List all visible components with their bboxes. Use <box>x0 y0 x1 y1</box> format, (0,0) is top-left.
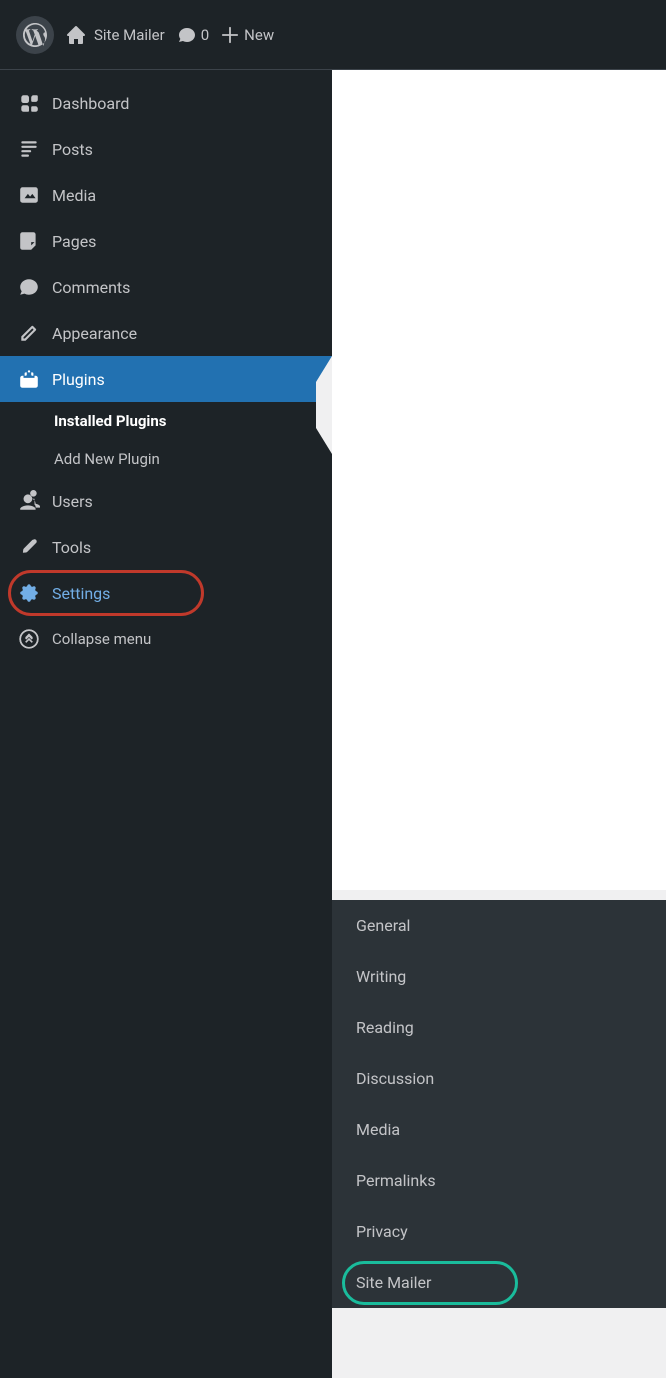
new-button[interactable]: New <box>221 26 274 44</box>
tools-icon <box>18 536 40 558</box>
settings-submenu-panel: General Writing Reading Discussion Media… <box>332 900 666 1308</box>
plugins-label: Plugins <box>52 370 105 389</box>
site-home-link[interactable]: Site Mailer <box>66 25 165 45</box>
site-mailer-label: Site Mailer <box>356 1273 431 1292</box>
comments-label: Comments <box>52 278 130 297</box>
pages-icon <box>18 230 40 252</box>
sidebar-item-tools[interactable]: Tools <box>0 524 332 570</box>
site-name-text: Site Mailer <box>94 26 165 44</box>
settings-sub-writing[interactable]: Writing <box>332 951 666 1002</box>
wordpress-logo[interactable] <box>16 16 54 54</box>
plus-icon <box>221 26 239 44</box>
sidebar-item-users[interactable]: Users <box>0 478 332 524</box>
wp-icon <box>23 23 47 47</box>
users-icon <box>18 490 40 512</box>
sidebar-item-appearance[interactable]: Appearance <box>0 310 332 356</box>
appearance-label: Appearance <box>52 324 137 343</box>
appearance-icon <box>18 322 40 344</box>
top-bar: Site Mailer 0 New <box>0 0 666 70</box>
comments-link[interactable]: 0 <box>177 25 209 45</box>
sidebar: Dashboard Posts Media Pages <box>0 70 332 1378</box>
submenu-add-new-plugin[interactable]: Add New Plugin <box>0 440 332 478</box>
media-icon <box>18 184 40 206</box>
settings-sub-general[interactable]: General <box>332 900 666 951</box>
tools-label: Tools <box>52 538 91 557</box>
main-white-area <box>332 70 666 890</box>
sidebar-item-comments[interactable]: Comments <box>0 264 332 310</box>
settings-label: Settings <box>52 584 110 603</box>
collapse-label: Collapse menu <box>52 630 151 648</box>
new-label: New <box>244 26 274 44</box>
comments-count: 0 <box>201 26 209 44</box>
posts-icon <box>18 138 40 160</box>
dashboard-icon <box>18 92 40 114</box>
collapse-icon <box>18 628 40 650</box>
settings-sub-discussion[interactable]: Discussion <box>332 1053 666 1104</box>
settings-sub-reading[interactable]: Reading <box>332 1002 666 1053</box>
settings-sub-media[interactable]: Media <box>332 1104 666 1155</box>
home-icon <box>66 25 86 45</box>
sidebar-item-posts[interactable]: Posts <box>0 126 332 172</box>
settings-icon <box>18 582 40 604</box>
comments-menu-icon <box>18 276 40 298</box>
sidebar-item-pages[interactable]: Pages <box>0 218 332 264</box>
plugins-icon <box>18 368 40 390</box>
settings-sub-permalinks[interactable]: Permalinks <box>332 1155 666 1206</box>
submenu-installed-plugins[interactable]: Installed Plugins <box>0 402 332 440</box>
sidebar-item-plugins[interactable]: Plugins <box>0 356 332 402</box>
sidebar-item-media[interactable]: Media <box>0 172 332 218</box>
sidebar-item-settings-wrapper: Settings <box>0 570 332 616</box>
media-label: Media <box>52 186 96 205</box>
users-label: Users <box>52 492 93 511</box>
dashboard-label: Dashboard <box>52 94 129 113</box>
sidebar-item-dashboard[interactable]: Dashboard <box>0 80 332 126</box>
comments-icon <box>177 25 197 45</box>
settings-sub-site-mailer[interactable]: Site Mailer <box>332 1257 666 1308</box>
pages-label: Pages <box>52 232 96 251</box>
collapse-menu[interactable]: Collapse menu <box>0 616 332 662</box>
settings-sub-privacy[interactable]: Privacy <box>332 1206 666 1257</box>
posts-label: Posts <box>52 140 93 159</box>
sidebar-item-settings[interactable]: Settings <box>0 570 332 616</box>
